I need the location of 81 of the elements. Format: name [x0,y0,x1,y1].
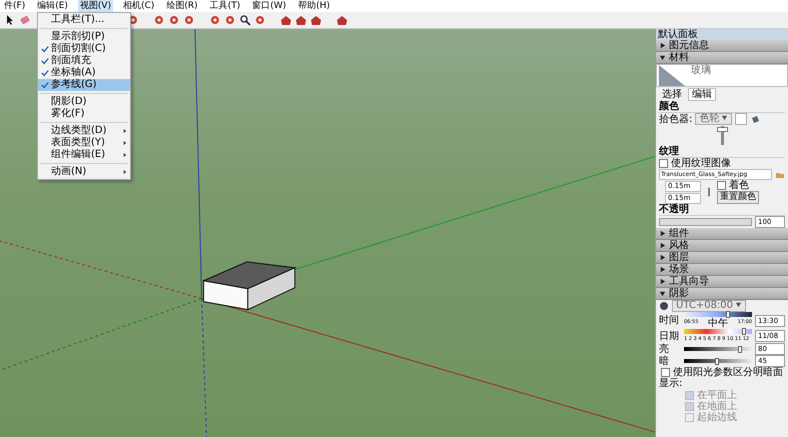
expander-icon[interactable] [659,254,666,261]
menu-item[interactable]: 窗口(W) [250,0,288,12]
tab[interactable]: 选择 [658,88,686,101]
picker-label: 拾色器: [659,114,692,124]
checkbox[interactable] [717,181,726,190]
expander-icon[interactable] [659,242,666,249]
expander-icon[interactable] [659,278,666,285]
tick-label: 中午 [708,319,728,329]
expander-icon[interactable] [659,290,666,297]
panel-title: 默认面板 [656,29,788,40]
menu-item[interactable]: 阴影(D) [38,96,130,108]
menu-item[interactable]: 工具栏(T)... [38,14,130,26]
section-title: 图元信息 [669,40,709,51]
slider-thumb[interactable] [726,311,730,318]
display-label: 显示: [659,378,684,390]
checkbox[interactable] [659,159,668,168]
cursor-icon[interactable] [4,14,16,26]
expander-icon[interactable] [659,42,666,49]
checkbox-label: 在地面上 [697,401,737,412]
section-header[interactable]: 图层 [656,252,788,264]
section-header[interactable]: 图元信息 [656,40,788,52]
shadow-slider[interactable] [684,329,752,334]
section-title: 场景 [669,264,689,275]
caret-icon [721,114,728,121]
section-header[interactable]: 场景 [656,264,788,276]
menu-item[interactable]: 编辑(E) [35,0,70,12]
checkbox-label: 着色 [729,180,749,191]
section-header[interactable]: 工具向导 [656,276,788,288]
section-header[interactable]: 材料 [656,52,788,64]
menu-item[interactable]: 绘图(R) [164,0,200,12]
texture-heading: 纹理 [659,146,785,158]
section-title: 材料 [669,52,689,63]
menu-item[interactable]: 表面类型(Y) [38,137,130,149]
shade-slider[interactable] [684,359,752,363]
slider-thumb[interactable] [716,127,728,132]
menu-item[interactable]: 组件编辑(E) [38,149,130,161]
reset-color-button[interactable]: 重置颜色 [717,191,759,204]
slider-thumb[interactable] [742,328,746,335]
section-title: 组件 [669,228,689,239]
section-header[interactable]: 阴影 [656,288,788,300]
section-title: 图层 [669,252,689,263]
slider-thumb[interactable] [714,358,719,365]
checkbox-label: 使用纹理图像 [671,158,731,169]
menu-item[interactable]: 剖面切割(C) [38,43,130,55]
section-title: 工具向导 [669,276,709,287]
menu-item[interactable]: 剖面填充 [38,55,130,67]
slider-label: 时间 [659,315,680,326]
slider-label: 日期 [659,330,680,342]
menu-item[interactable]: 相机(C) [121,0,156,12]
menu-item[interactable]: 显示剖切(P) [38,31,130,43]
menu-item[interactable]: 参考线(G) [38,79,130,91]
checkbox[interactable] [661,368,670,377]
color-swatch [735,113,748,125]
shadow-slider[interactable] [684,312,752,317]
expander-icon[interactable] [659,54,666,61]
menu-item[interactable]: 帮助(H) [296,0,332,12]
menu-item[interactable]: 雾化(F) [38,108,130,120]
checkbox-label: 在平面上 [697,390,737,401]
magnifier-icon[interactable] [239,14,251,26]
section-title: 风格 [669,240,689,251]
expander-icon[interactable] [659,266,666,273]
menu-item[interactable]: 视图(V) [78,0,114,12]
slider-thumb[interactable] [738,346,742,353]
checkbox-label: 使用阳光参数区分明暗面 [673,367,783,378]
section-title: 阴影 [669,288,689,299]
timezone-dropdown[interactable]: UTC+08:00 [672,300,746,312]
section-header[interactable]: 组件 [656,228,788,240]
menu-item[interactable]: 边线类型(D) [38,125,130,137]
slider-label: 亮 [659,344,670,354]
shade-slider[interactable] [684,347,752,351]
picker-dropdown[interactable]: 色轮 [695,113,732,125]
section-header[interactable]: 风格 [656,240,788,252]
checkbox-label: 起始边线 [697,412,737,423]
menu-item[interactable]: 件(F) [2,0,28,12]
expander-icon[interactable] [659,230,666,237]
menu-item[interactable]: 动画(N) [38,166,130,178]
slider-label: 暗 [659,356,670,366]
tab[interactable]: 编辑 [688,88,716,101]
menu-item[interactable]: 坐标轴(A) [38,67,130,79]
submenu-arrow-icon [123,169,127,175]
menu-item[interactable]: 工具(T) [208,0,242,12]
